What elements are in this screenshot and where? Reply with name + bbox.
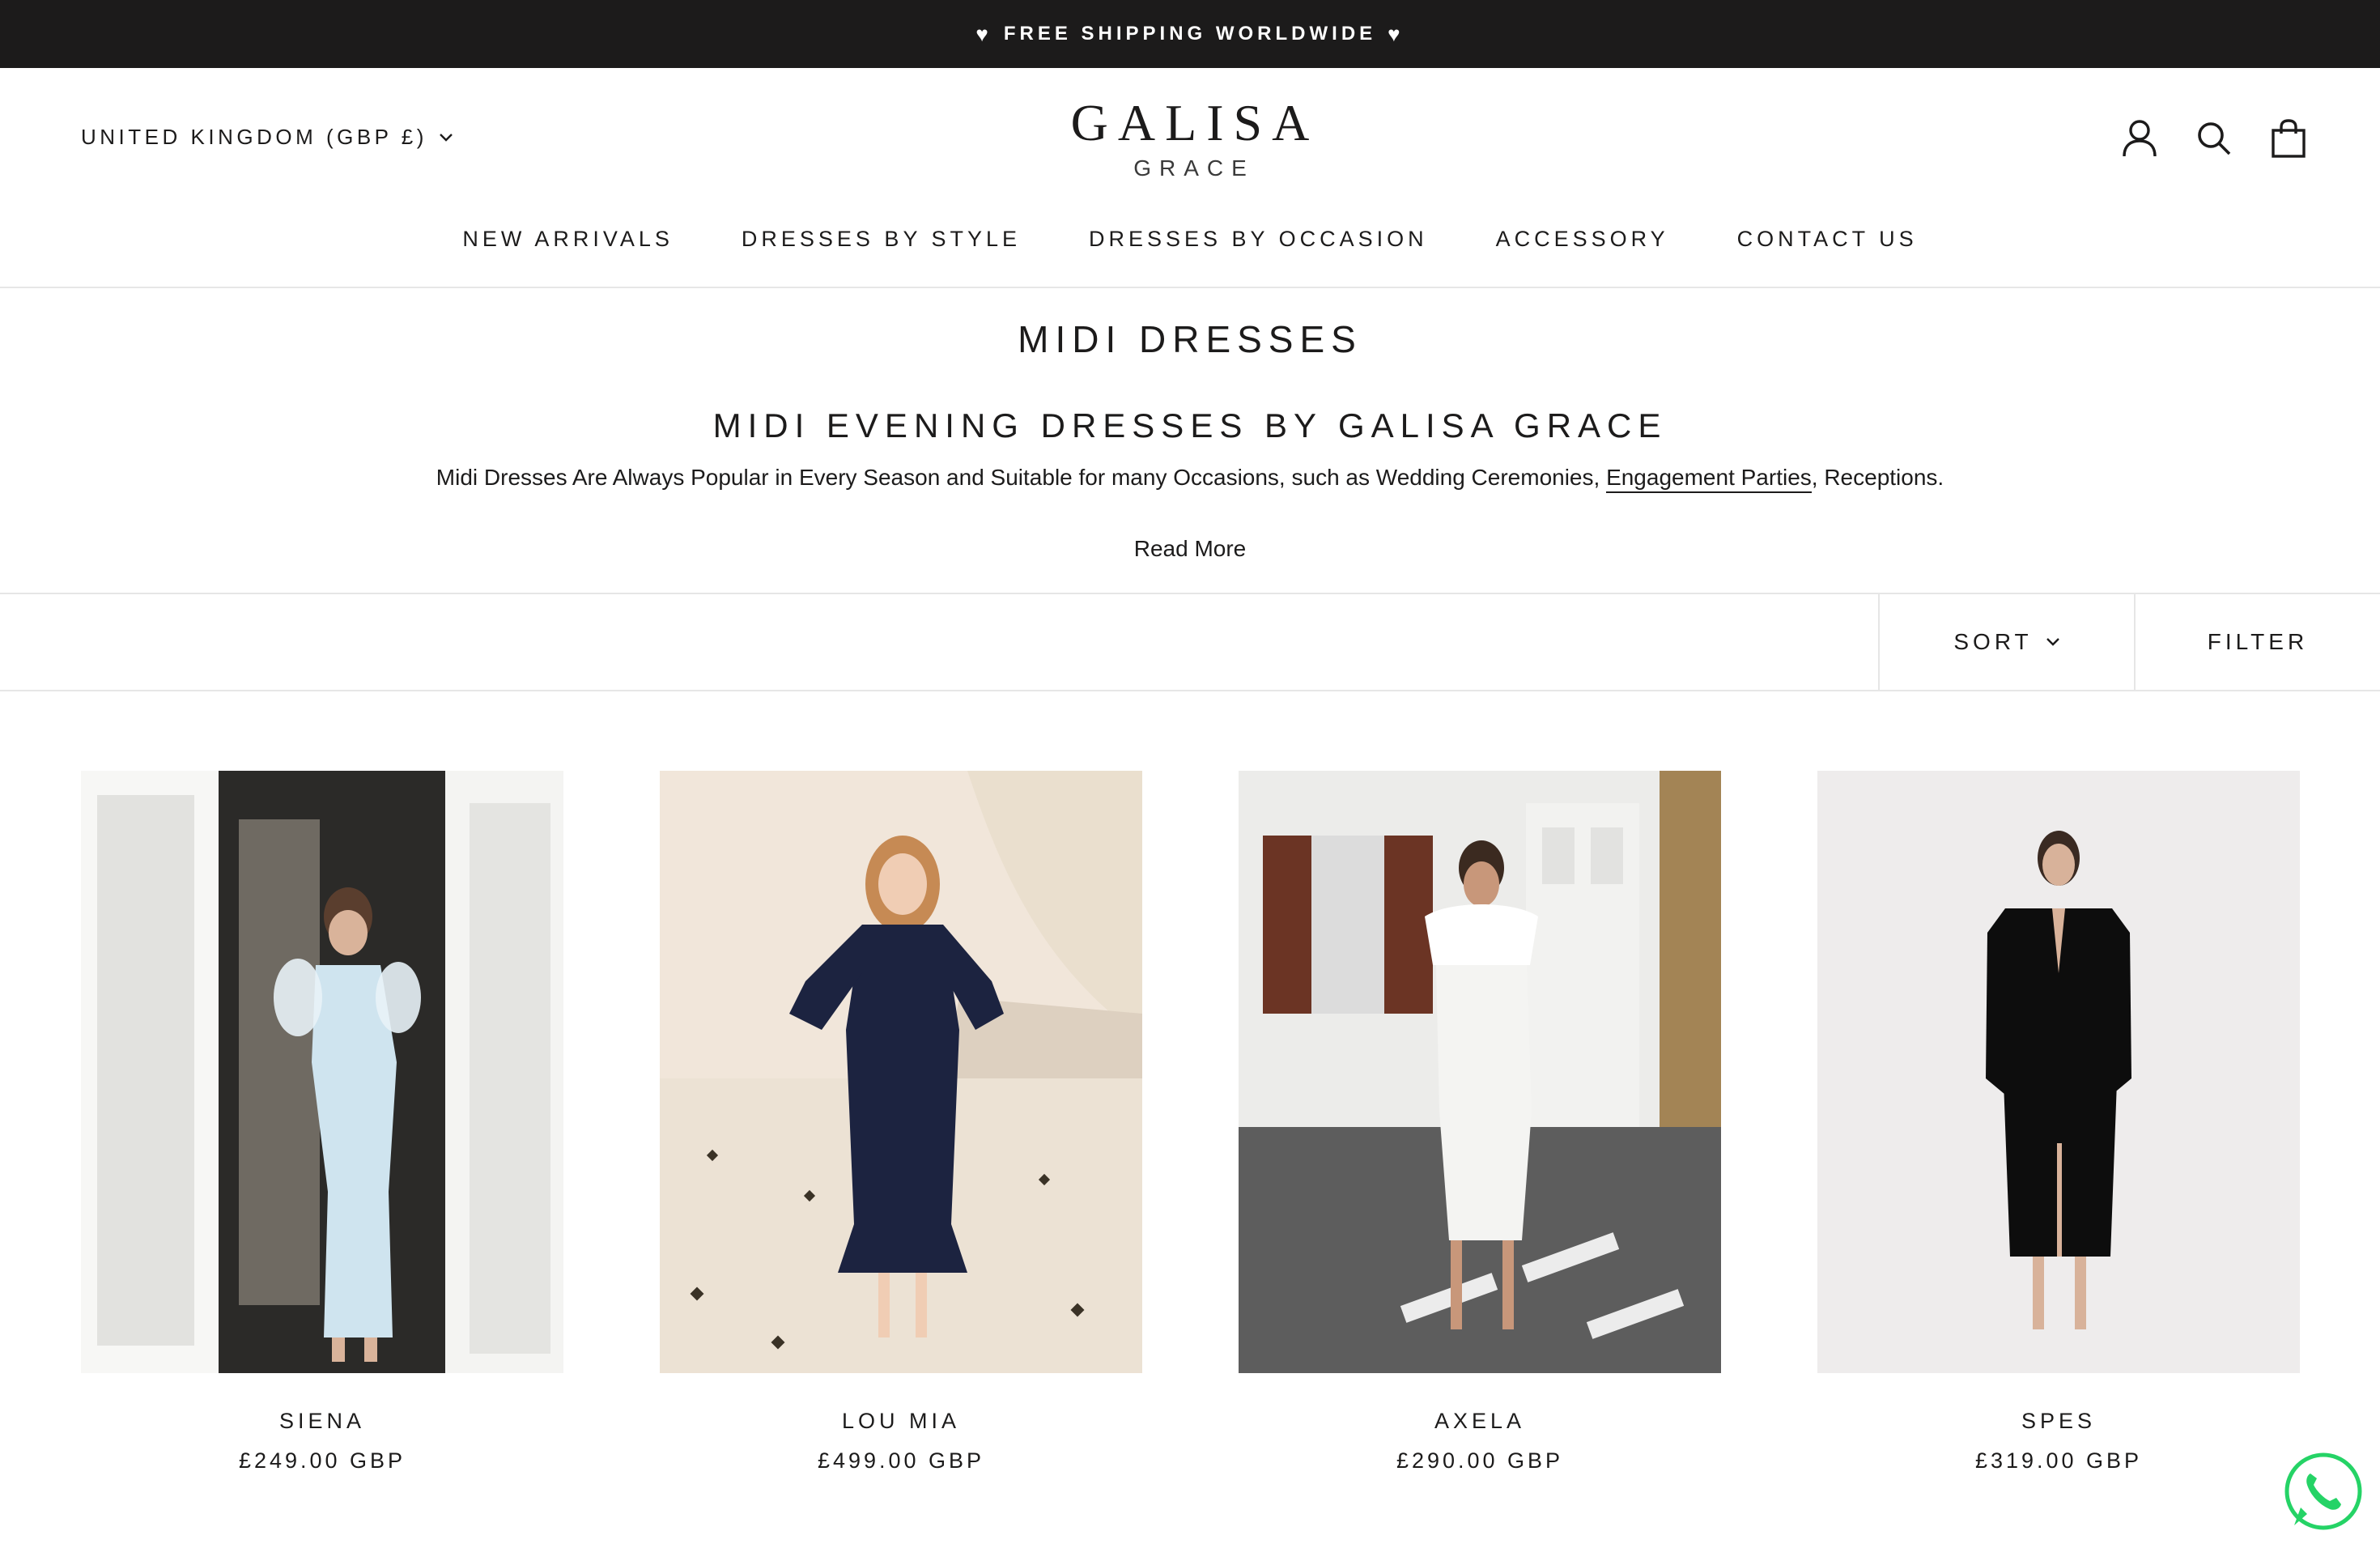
main-nav: NEW ARRIVALS DRESSES BY STYLE DRESSES BY…	[0, 227, 2380, 252]
engagement-parties-link[interactable]: Engagement Parties	[1606, 465, 1812, 493]
whatsapp-icon[interactable]	[2283, 1451, 2364, 1532]
product-name[interactable]: SPES	[1817, 1409, 2300, 1434]
nav-item-dresses-by-style[interactable]: DRESSES BY STYLE	[742, 227, 1021, 252]
product-price: £249.00 GBP	[238, 1448, 406, 1473]
logo-line1: GALISA	[1070, 94, 1320, 151]
product-card[interactable]: LOU MIA £499.00 GBP	[660, 771, 1142, 1474]
heart-icon: ♥	[975, 21, 992, 46]
nav-item-contact-us[interactable]: CONTACT US	[1737, 227, 1918, 252]
announcement-bar: ♥ FREE SHIPPING WORLDWIDE ♥	[0, 0, 2380, 68]
collection-header: MIDI DRESSES MIDI EVENING DRESSES BY GAL…	[0, 290, 2380, 594]
account-icon[interactable]	[2121, 118, 2158, 159]
product-image[interactable]	[660, 771, 1142, 1373]
collection-toolbar: SORT FILTER	[0, 594, 2380, 691]
product-card[interactable]: SIENA £249.00 GBP	[81, 771, 563, 1474]
logo-line2: GRACE	[1133, 155, 1255, 181]
description-text-end: , Receptions.	[1811, 465, 1944, 490]
sort-button[interactable]: SORT	[1878, 594, 2136, 690]
product-card[interactable]: SPES £319.00 GBP	[1817, 771, 2300, 1474]
nav-item-dresses-by-occasion[interactable]: DRESSES BY OCCASION	[1089, 227, 1428, 252]
filter-label: FILTER	[2207, 629, 2309, 654]
chevron-down-icon	[440, 133, 453, 142]
header-icons	[2121, 118, 2307, 159]
product-image[interactable]	[81, 771, 563, 1373]
nav-item-accessory[interactable]: ACCESSORY	[1496, 227, 1669, 252]
filter-button[interactable]: FILTER	[2136, 594, 2380, 690]
nav-item-new-arrivals[interactable]: NEW ARRIVALS	[462, 227, 674, 252]
product-name[interactable]: LOU MIA	[660, 1409, 1142, 1434]
search-icon[interactable]	[2195, 118, 2233, 159]
product-price: £319.00 GBP	[1974, 1448, 2143, 1473]
read-more-button[interactable]: Read More	[0, 536, 2380, 562]
product-card[interactable]: AXELA £290.00 GBP	[1239, 771, 1721, 1474]
description-text: Midi Dresses Are Always Popular in Every…	[436, 465, 1607, 490]
product-image[interactable]	[1817, 771, 2300, 1373]
chevron-down-icon	[2046, 638, 2059, 646]
site-logo[interactable]: GALISA GRACE	[1028, 97, 1352, 183]
site-header: UNITED KINGDOM (GBP £) GALISA GRACE NEW …	[0, 68, 2380, 288]
sort-label: SORT	[1953, 629, 2033, 654]
cart-icon[interactable]	[2270, 118, 2307, 159]
product-name[interactable]: SIENA	[81, 1409, 563, 1434]
announcement-text: FREE SHIPPING WORLDWIDE	[1003, 23, 1377, 45]
product-price: £290.00 GBP	[1396, 1448, 1564, 1473]
heart-icon: ♥	[1388, 21, 1405, 46]
country-selector[interactable]: UNITED KINGDOM (GBP £)	[81, 125, 453, 150]
country-selector-label: UNITED KINGDOM (GBP £)	[81, 125, 427, 149]
product-name[interactable]: AXELA	[1239, 1409, 1721, 1434]
page-title: MIDI DRESSES	[1018, 318, 1362, 360]
collection-description: Midi Dresses Are Always Popular in Every…	[0, 465, 2380, 493]
product-image[interactable]	[1239, 771, 1721, 1373]
collection-subtitle: MIDI EVENING DRESSES BY GALISA GRACE	[712, 406, 1668, 444]
product-price: £499.00 GBP	[817, 1448, 985, 1473]
